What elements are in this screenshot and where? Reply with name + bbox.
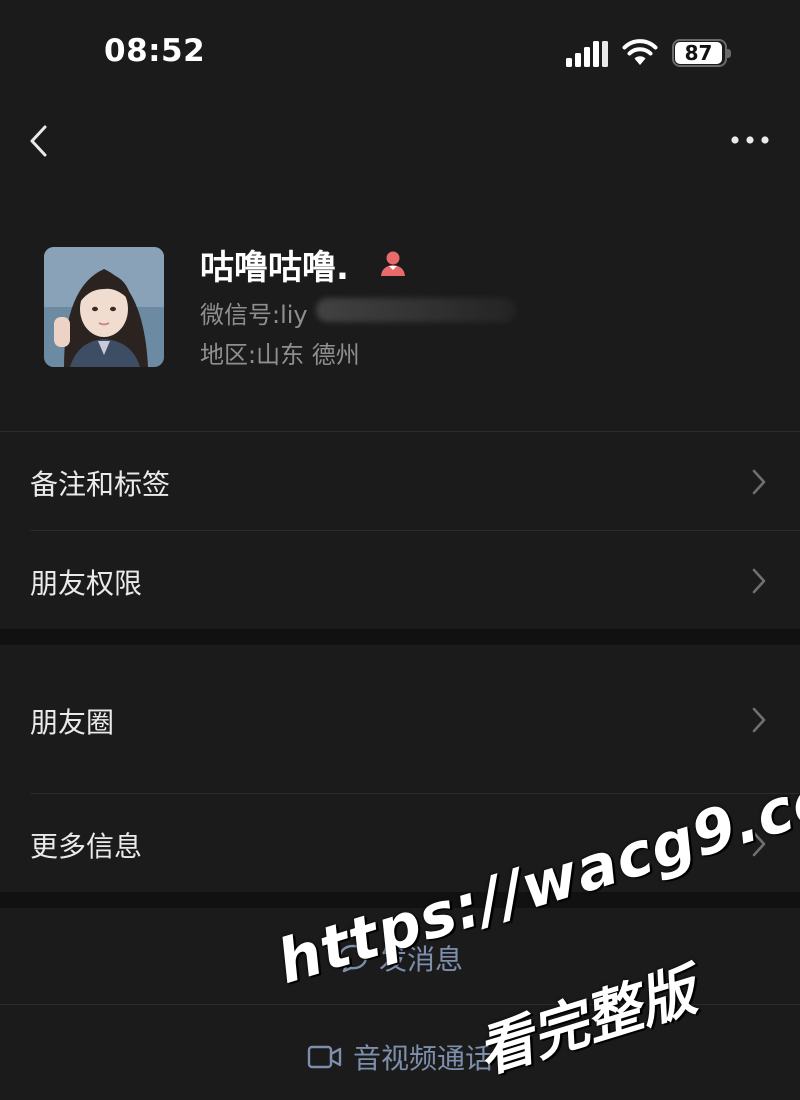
video-call-label: 音视频通话 [352,1042,493,1075]
battery-cap [727,49,731,58]
menu-item-more-info[interactable]: 更多信息 [0,794,800,892]
section-separator [0,629,800,645]
avatar[interactable] [44,247,164,367]
profile-name: 咕噜咕噜. [200,248,349,288]
cellular-signal-icon [566,41,608,67]
region-label: 地区:山东 德州 [200,341,360,369]
wifi-icon [622,39,658,65]
wechat-id-label: 微信号:liy [200,301,308,329]
section-separator [0,892,800,908]
chevron-right-icon [752,707,766,733]
menu-item-moments[interactable]: 朋友圈 [0,645,800,793]
status-time: 08:52 [104,33,206,69]
chat-bubble-icon [338,944,368,973]
battery-level: 87 [684,41,713,65]
menu-item-friend-permissions[interactable]: 朋友权限 [0,531,800,629]
female-person-icon [381,251,405,276]
menu-item-label: 朋友圈 [30,706,115,739]
menu-item-label: 更多信息 [30,830,143,863]
menu-item-label: 朋友权限 [30,567,143,600]
chevron-right-icon [752,831,766,857]
chevron-left-icon[interactable] [26,124,50,158]
status-bar: 08:52 87 [0,0,800,100]
wechat-id-redacted [316,298,516,322]
battery-icon: 87 [672,39,727,67]
menu-item-remark-tags[interactable]: 备注和标签 [0,432,800,530]
send-message-label: 发消息 [378,943,463,976]
chevron-right-icon [752,568,766,594]
chevron-right-icon [752,469,766,495]
video-call-button[interactable]: 音视频通话 [0,1005,800,1100]
video-camera-icon [307,1045,342,1069]
menu-item-label: 备注和标签 [30,468,171,501]
more-horizontal-icon[interactable] [730,130,770,150]
send-message-button[interactable]: 发消息 [0,908,800,1004]
